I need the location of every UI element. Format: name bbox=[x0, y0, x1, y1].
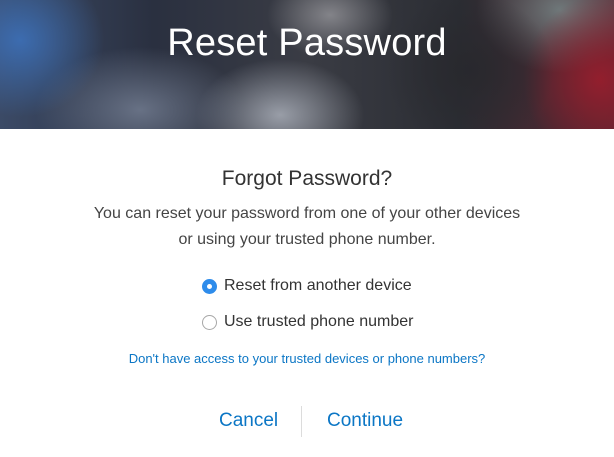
page-title: Reset Password bbox=[167, 22, 447, 64]
radio-button-unselected[interactable] bbox=[202, 314, 217, 330]
cancel-button[interactable]: Cancel bbox=[219, 410, 278, 432]
description-line-2: or using your trusted phone number. bbox=[178, 231, 436, 248]
option-use-trusted-phone-number[interactable]: Use trusted phone number bbox=[200, 311, 413, 333]
header-banner: Reset Password bbox=[0, 0, 614, 129]
option-label: Use trusted phone number bbox=[224, 313, 414, 330]
continue-button[interactable]: Continue bbox=[327, 410, 403, 432]
forgot-password-heading: Forgot Password? bbox=[221, 167, 393, 190]
description-line-1: You can reset your password from one of … bbox=[93, 205, 521, 222]
no-access-help-link[interactable]: Don't have access to your trusted device… bbox=[0, 351, 614, 366]
button-divider bbox=[301, 406, 302, 437]
radio-button-selected[interactable] bbox=[202, 278, 217, 294]
option-label: Reset from another device bbox=[224, 277, 412, 294]
option-reset-from-another-device[interactable]: Reset from another device bbox=[200, 275, 412, 297]
